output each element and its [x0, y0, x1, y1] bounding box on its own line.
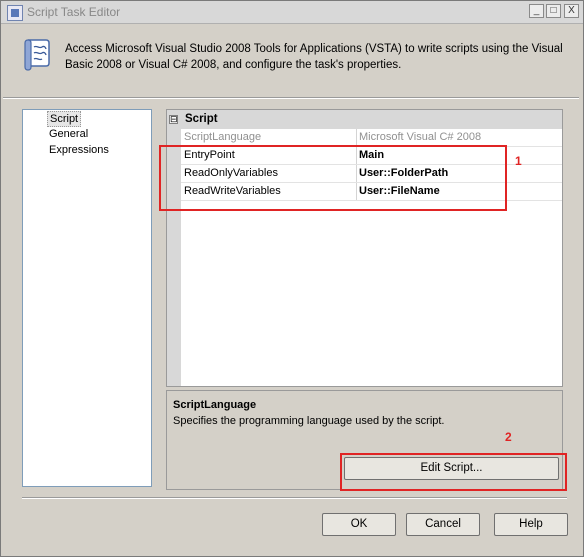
category-row-script[interactable]: ⊟ Script — [167, 110, 562, 129]
nav-item-script[interactable]: Script — [47, 111, 82, 127]
script-task-editor-window: Script Task Editor _ □ X Access Microsof… — [0, 0, 584, 557]
minimize-button[interactable]: _ — [529, 4, 544, 18]
category-label: Script — [185, 113, 218, 125]
annotation-box-2 — [340, 453, 567, 491]
column-divider — [356, 129, 357, 146]
script-task-icon — [7, 5, 23, 21]
footer-divider — [22, 497, 567, 499]
header-description: Access Microsoft Visual Studio 2008 Tool… — [65, 43, 563, 71]
close-button[interactable]: X — [564, 4, 579, 18]
description-text: Specifies the programming language used … — [173, 415, 445, 427]
nav-item-general[interactable]: General — [47, 127, 90, 141]
property-value: Microsoft Visual C# 2008 — [359, 131, 482, 143]
annotation-number-1: 1 — [515, 154, 522, 168]
maximize-button[interactable]: □ — [546, 4, 561, 18]
description-title: ScriptLanguage — [173, 399, 257, 411]
annotation-box-1 — [159, 145, 507, 211]
nav-item-expressions[interactable]: Expressions — [47, 143, 111, 157]
title-bar: Script Task Editor _ □ X — [1, 1, 583, 24]
property-name: ScriptLanguage — [184, 131, 262, 143]
ok-button[interactable]: OK — [322, 513, 396, 536]
collapse-icon[interactable]: ⊟ — [169, 115, 178, 124]
help-button[interactable]: Help — [494, 513, 568, 536]
window-title: Script Task Editor — [27, 5, 121, 19]
annotation-number-2: 2 — [505, 430, 512, 444]
header-divider — [3, 97, 579, 99]
navigation-list: Script General Expressions — [22, 109, 152, 487]
cancel-button[interactable]: Cancel — [406, 513, 480, 536]
script-scroll-icon — [24, 39, 50, 71]
